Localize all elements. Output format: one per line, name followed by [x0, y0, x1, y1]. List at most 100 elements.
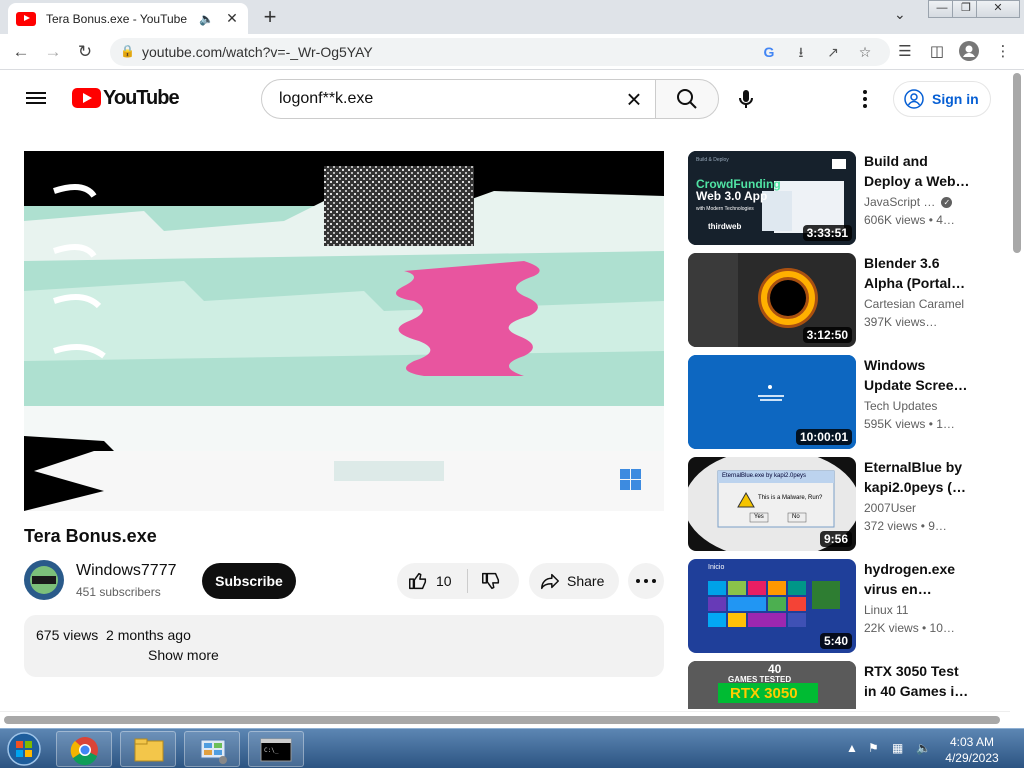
recommendation-stats: 595K views • 1… [864, 417, 955, 431]
recommendation-stats: 22K views • 10… [864, 621, 955, 635]
video-duration: 9:56 [819, 531, 852, 547]
horizontal-scrollbar-thumb[interactable] [4, 716, 1000, 724]
recommendation-channel[interactable]: Cartesian Caramel [864, 297, 964, 311]
taskbar: C:\_ ▲ ⚑ ▦ 🔈 4:03 AM 4/29/2023 [0, 728, 1024, 768]
new-tab-button[interactable]: + [258, 5, 282, 29]
thumb-top: 40 [768, 662, 782, 676]
taskbar-chrome[interactable] [56, 731, 112, 767]
recommendation-item[interactable]: 40 GAMES TESTED RTX 3050 RTX 3050 Test i… [688, 661, 978, 711]
recommendation-title[interactable]: Windows Update Scree… [864, 355, 974, 395]
start-button[interactable] [2, 730, 50, 768]
media-queue-icon[interactable]: ☰ [894, 41, 916, 63]
recommendation-item[interactable]: Inicio 5:40 hydrogen.exe virus en… Linux… [688, 559, 978, 653]
recommendation-title[interactable]: Blender 3.6 Alpha (Portal… [864, 253, 974, 293]
url-text[interactable]: youtube.com/watch?v=-_Wr-Og5YAY [142, 44, 373, 60]
recommendation-title[interactable]: Build and Deploy a Web… [864, 151, 974, 191]
recommendation-thumbnail[interactable]: EternalBlue.exe by kapi2.0peys This is a… [688, 457, 856, 551]
browser-tabstrip: Tera Bonus.exe - YouTube 🔈 ✕ + ⌄ — ❐ ✕ [0, 0, 1024, 34]
recommendation-title[interactable]: RTX 3050 Test in 40 Games i… [864, 661, 974, 701]
windows-logo-icon [7, 732, 41, 766]
side-panel-icon[interactable]: ◫ [926, 41, 948, 63]
reload-icon[interactable]: ↻ [74, 41, 96, 63]
tray-show-hidden-icon[interactable]: ▲ [846, 741, 858, 755]
subscribe-button[interactable]: Subscribe [202, 563, 296, 599]
search-button[interactable] [655, 79, 719, 119]
thumb-dialog-title: EternalBlue.exe by kapi2.0peys [722, 473, 807, 479]
settings-menu-icon[interactable] [858, 88, 872, 110]
clear-search-icon[interactable]: × [621, 86, 647, 112]
vertical-scrollbar[interactable] [1010, 71, 1024, 709]
profile-icon[interactable] [958, 41, 980, 63]
tab-close-icon[interactable]: ✕ [224, 10, 240, 27]
recommendation-channel[interactable]: JavaScript … ✓ [864, 195, 953, 209]
chrome-icon [70, 737, 98, 766]
window-close-button[interactable]: ✕ [976, 0, 1020, 18]
share-page-icon[interactable]: ↗ [824, 43, 842, 61]
channel-avatar[interactable] [24, 560, 64, 600]
recommendation-stats: 372 views • 9… [864, 519, 947, 533]
browser-tab[interactable]: Tera Bonus.exe - YouTube 🔈 ✕ [8, 3, 248, 34]
youtube-logo[interactable]: YouTube [72, 87, 180, 109]
tray-volume-icon[interactable]: 🔈 [916, 741, 931, 755]
more-dot [652, 579, 656, 583]
install-app-icon[interactable]: ⭳ [792, 43, 810, 61]
thumb-line3: with Modern Technologies [696, 206, 754, 212]
search-query[interactable]: logonf**k.exe [279, 90, 373, 108]
sign-in-button[interactable]: Sign in [893, 81, 991, 117]
bookmark-star-icon[interactable]: ☆ [856, 43, 874, 61]
thumbs-down-icon[interactable] [480, 570, 502, 592]
thumb-dialog-no: No [792, 514, 800, 520]
recommendation-channel-name: JavaScript … [864, 195, 936, 209]
tray-clock[interactable]: 4:03 AM 4/29/2023 [936, 734, 1008, 766]
search-input[interactable]: logonf**k.exe × [261, 79, 656, 119]
recommendation-thumbnail[interactable]: 10:00:01 [688, 355, 856, 449]
youtube-play-icon [72, 88, 101, 108]
tab-search-chevron-icon[interactable]: ⌄ [894, 6, 906, 23]
description-box[interactable]: 675 views 2 months ago Show more [24, 615, 664, 677]
share-button[interactable]: Share [529, 563, 619, 599]
like-count[interactable]: 10 [436, 573, 452, 589]
tray-action-center-icon[interactable]: ⚑ [868, 741, 879, 755]
taskbar-cmd[interactable]: C:\_ [248, 731, 304, 767]
recommendation-item[interactable]: Build & Deploy CrowdFunding Web 3.0 App … [688, 151, 978, 245]
recommendation-channel[interactable]: Tech Updates [864, 399, 937, 413]
recommendation-title[interactable]: hydrogen.exe virus en… [864, 559, 974, 599]
recommendation-thumbnail[interactable]: 40 GAMES TESTED RTX 3050 [688, 661, 856, 709]
recommendation-thumbnail[interactable]: Inicio 5:40 [688, 559, 856, 653]
voice-search-button[interactable] [732, 85, 760, 113]
tab-title: Tera Bonus.exe - YouTube [46, 11, 187, 26]
video-player[interactable] [24, 151, 664, 511]
recommendation-item[interactable]: EternalBlue.exe by kapi2.0peys This is a… [688, 457, 978, 551]
video-duration: 3:12:50 [802, 327, 852, 343]
taskbar-control-panel[interactable] [184, 731, 240, 767]
recommendation-item[interactable]: 3:12:50 Blender 3.6 Alpha (Portal… Carte… [688, 253, 978, 347]
tray-network-icon[interactable]: ▦ [892, 741, 903, 755]
address-bar[interactable]: 🔒 youtube.com/watch?v=-_Wr-Og5YAY G ⭳ ↗ … [110, 38, 890, 66]
horizontal-scrollbar[interactable] [0, 711, 1010, 727]
recommendation-item[interactable]: 10:00:01 Windows Update Scree… Tech Upda… [688, 355, 978, 449]
lock-icon[interactable]: 🔒 [120, 44, 135, 58]
vertical-scrollbar-thumb[interactable] [1013, 73, 1021, 253]
back-arrow-icon[interactable]: ← [10, 41, 32, 63]
speaker-icon[interactable]: 🔈 [199, 12, 214, 26]
google-lens-icon[interactable]: G [760, 43, 778, 61]
thumbs-up-icon[interactable] [407, 570, 429, 592]
forward-arrow-icon[interactable]: → [42, 41, 64, 63]
hamburger-menu-icon[interactable] [26, 89, 46, 107]
verified-check-icon: ✓ [941, 197, 953, 209]
recommendation-stats: 397K views… [864, 315, 938, 329]
show-more-link[interactable]: Show more [148, 647, 219, 663]
browser-menu-icon[interactable]: ⋮ [992, 41, 1014, 63]
recommendation-title[interactable]: EternalBlue by kapi2.0peys (… [864, 457, 974, 497]
browser-toolbar: ← → ↻ 🔒 youtube.com/watch?v=-_Wr-Og5YAY … [0, 34, 1024, 70]
more-actions-button[interactable] [628, 563, 664, 599]
recommendation-thumbnail[interactable]: Build & Deploy CrowdFunding Web 3.0 App … [688, 151, 856, 245]
channel-name[interactable]: Windows7777 [76, 562, 177, 580]
thumb-brand: thirdweb [708, 222, 742, 231]
like-dislike-bar: 10 [397, 563, 519, 599]
recommendation-channel[interactable]: 2007User [864, 501, 916, 515]
recommendation-channel[interactable]: Linux 11 [864, 603, 908, 617]
control-panel-icon [200, 739, 227, 764]
taskbar-explorer[interactable] [120, 731, 176, 767]
recommendation-thumbnail[interactable]: 3:12:50 [688, 253, 856, 347]
